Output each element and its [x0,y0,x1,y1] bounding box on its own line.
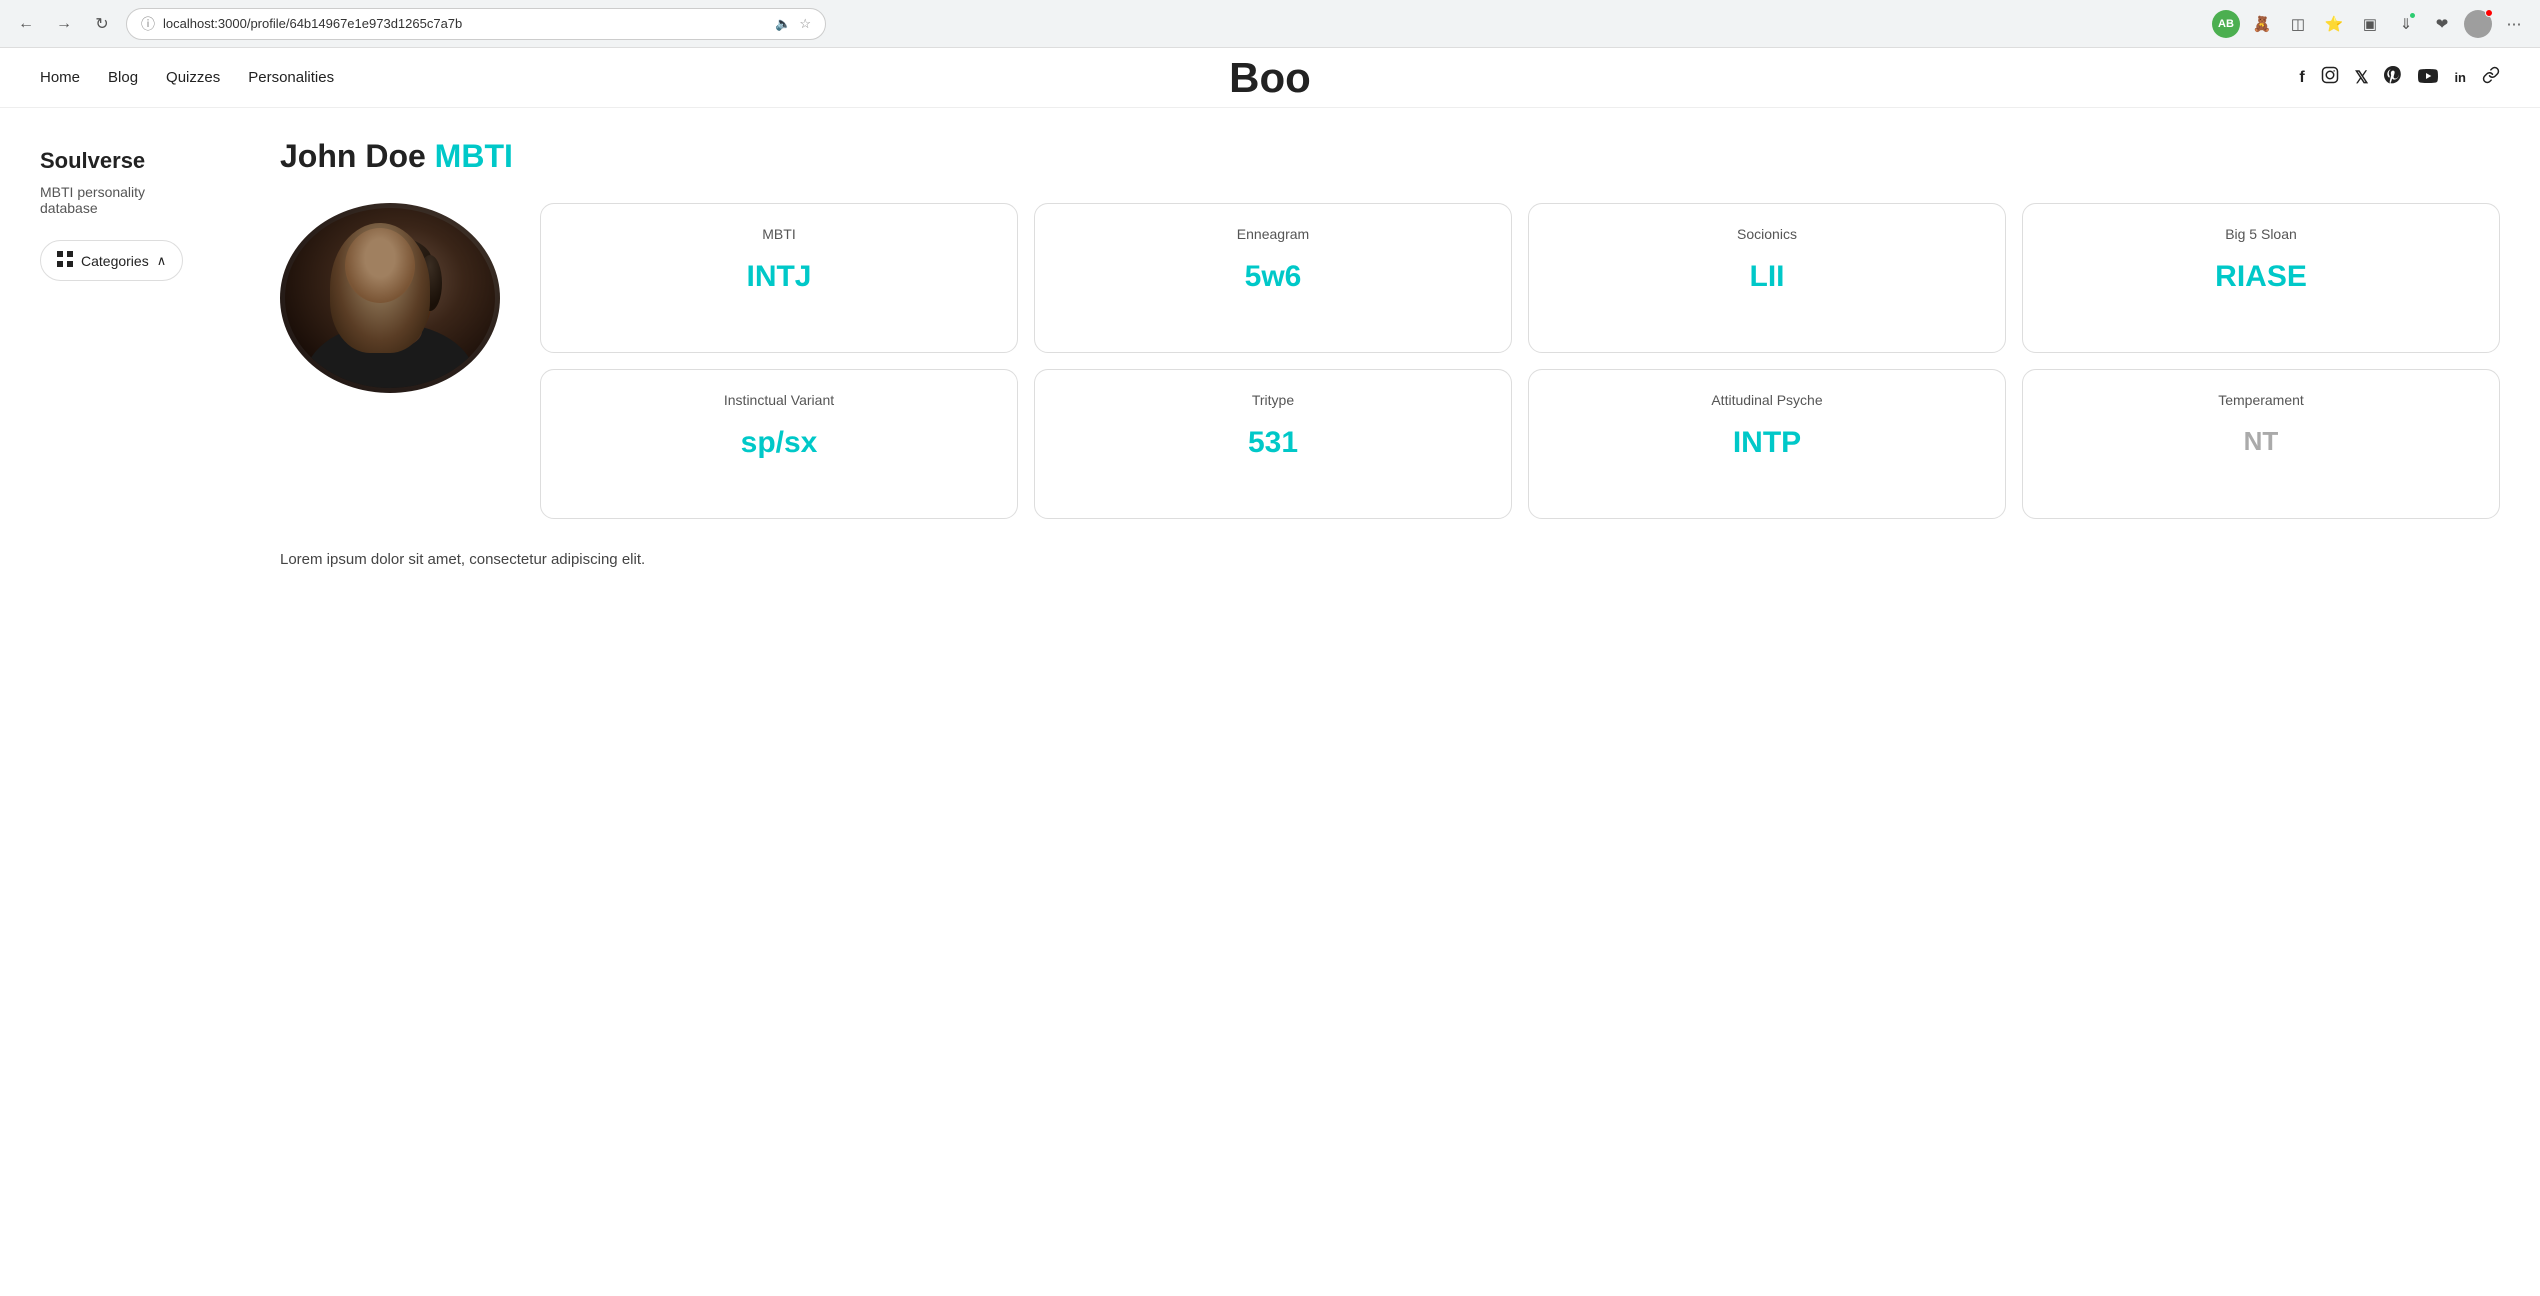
categories-button[interactable]: Categories ∧ [40,240,183,281]
site-header: Home Blog Quizzes Personalities Boo f 𝕏 … [0,48,2540,108]
profile-section: MBTI INTJ Enneagram 5w6 Socionics LII Big 5 Sl… [280,203,2500,519]
personality-card-5[interactable]: Tritype 531 [1034,369,1512,519]
profile-name: John Doe [280,138,426,174]
categories-label: Categories [81,253,149,269]
personality-card-4[interactable]: Instinctual Variant sp/sx [540,369,1018,519]
grid-icon [57,251,73,270]
twitter-icon[interactable]: 𝕏 [2355,68,2369,88]
read-aloud-icon: 🔈 [775,16,791,32]
favorites-bar-icon[interactable]: ❤ [2428,10,2456,38]
card-label-2: Socionics [1737,226,1797,242]
browser-chrome: ← → ↻ ⓘ localhost:3000/profile/64b14967e… [0,0,2540,48]
card-label-4: Instinctual Variant [724,392,834,408]
card-label-0: MBTI [762,226,795,242]
favorites-icon[interactable]: ⭐ [2320,10,2348,38]
pinterest-icon[interactable] [2384,66,2402,89]
card-label-3: Big 5 Sloan [2225,226,2297,242]
profile-heading: John Doe MBTI [280,138,2500,175]
card-value-4: sp/sx [741,426,818,460]
facebook-icon[interactable]: f [2299,69,2304,87]
forward-button[interactable]: → [50,10,78,38]
sidebar-title: Soulverse [40,148,200,174]
personality-card-3[interactable]: Big 5 Sloan RIASE [2022,203,2500,353]
card-label-7: Temperament [2218,392,2304,408]
card-label-1: Enneagram [1237,226,1309,242]
card-value-3: RIASE [2215,260,2307,294]
split-view-icon[interactable]: ◫ [2284,10,2312,38]
linkedin-icon[interactable]: in [2454,70,2466,85]
card-label-5: Tritype [1252,392,1294,408]
user-avatar-button[interactable] [2464,10,2492,38]
page-body: Soulverse MBTI personality database Cate… [0,108,2540,1294]
card-value-0: INTJ [746,260,811,294]
sidebar-subtitle: MBTI personality database [40,184,200,216]
personality-card-6[interactable]: Attitudinal Psyche INTP [1528,369,2006,519]
card-label-6: Attitudinal Psyche [1711,392,1822,408]
nav-personalities[interactable]: Personalities [248,69,334,86]
social-icons: f 𝕏 in [2299,66,2500,89]
sidebar: Soulverse MBTI personality database Cate… [0,108,220,1294]
download-icon[interactable]: ⇓ [2392,10,2420,38]
youtube-icon[interactable] [2418,68,2438,88]
nav-home[interactable]: Home [40,69,80,86]
profile-mbti-tag[interactable]: MBTI [435,138,513,174]
card-value-7: NT [2244,426,2279,457]
avatar [280,203,500,393]
chevron-up-icon: ∧ [157,253,167,269]
bio-text: Lorem ipsum dolor sit amet, consectetur … [280,551,2500,568]
nav-quizzes[interactable]: Quizzes [166,69,220,86]
profile-abbr-btn[interactable]: AB [2212,10,2240,38]
url-text: localhost:3000/profile/64b14967e1e973d12… [163,16,767,31]
personality-card-1[interactable]: Enneagram 5w6 [1034,203,1512,353]
personality-card-2[interactable]: Socionics LII [1528,203,2006,353]
extensions-icon[interactable]: 🧸 [2248,10,2276,38]
nav-blog[interactable]: Blog [108,69,138,86]
collections-icon[interactable]: ▣ [2356,10,2384,38]
menu-button[interactable]: ⋯ [2500,10,2528,38]
personality-grid: MBTI INTJ Enneagram 5w6 Socionics LII Big 5 Sl… [540,203,2500,519]
card-value-1: 5w6 [1245,260,1302,294]
browser-actions: AB 🧸 ◫ ⭐ ▣ ⇓ ❤ ⋯ [2212,10,2528,38]
site-logo[interactable]: Boo [1229,54,1311,102]
bookmark-icon: ☆ [799,16,811,32]
reload-button[interactable]: ↻ [88,10,116,38]
link-icon[interactable] [2482,66,2500,89]
card-value-6: INTP [1733,426,1801,460]
instagram-icon[interactable] [2321,66,2339,89]
main-content: John Doe MBTI [220,108,2540,1294]
back-button[interactable]: ← [12,10,40,38]
personality-card-0[interactable]: MBTI INTJ [540,203,1018,353]
card-value-2: LII [1750,260,1785,294]
address-bar[interactable]: ⓘ localhost:3000/profile/64b14967e1e973d… [126,8,826,40]
site-nav: Home Blog Quizzes Personalities [40,69,334,86]
personality-card-7[interactable]: Temperament NT [2022,369,2500,519]
card-value-5: 531 [1248,426,1298,460]
info-icon: ⓘ [141,14,155,34]
